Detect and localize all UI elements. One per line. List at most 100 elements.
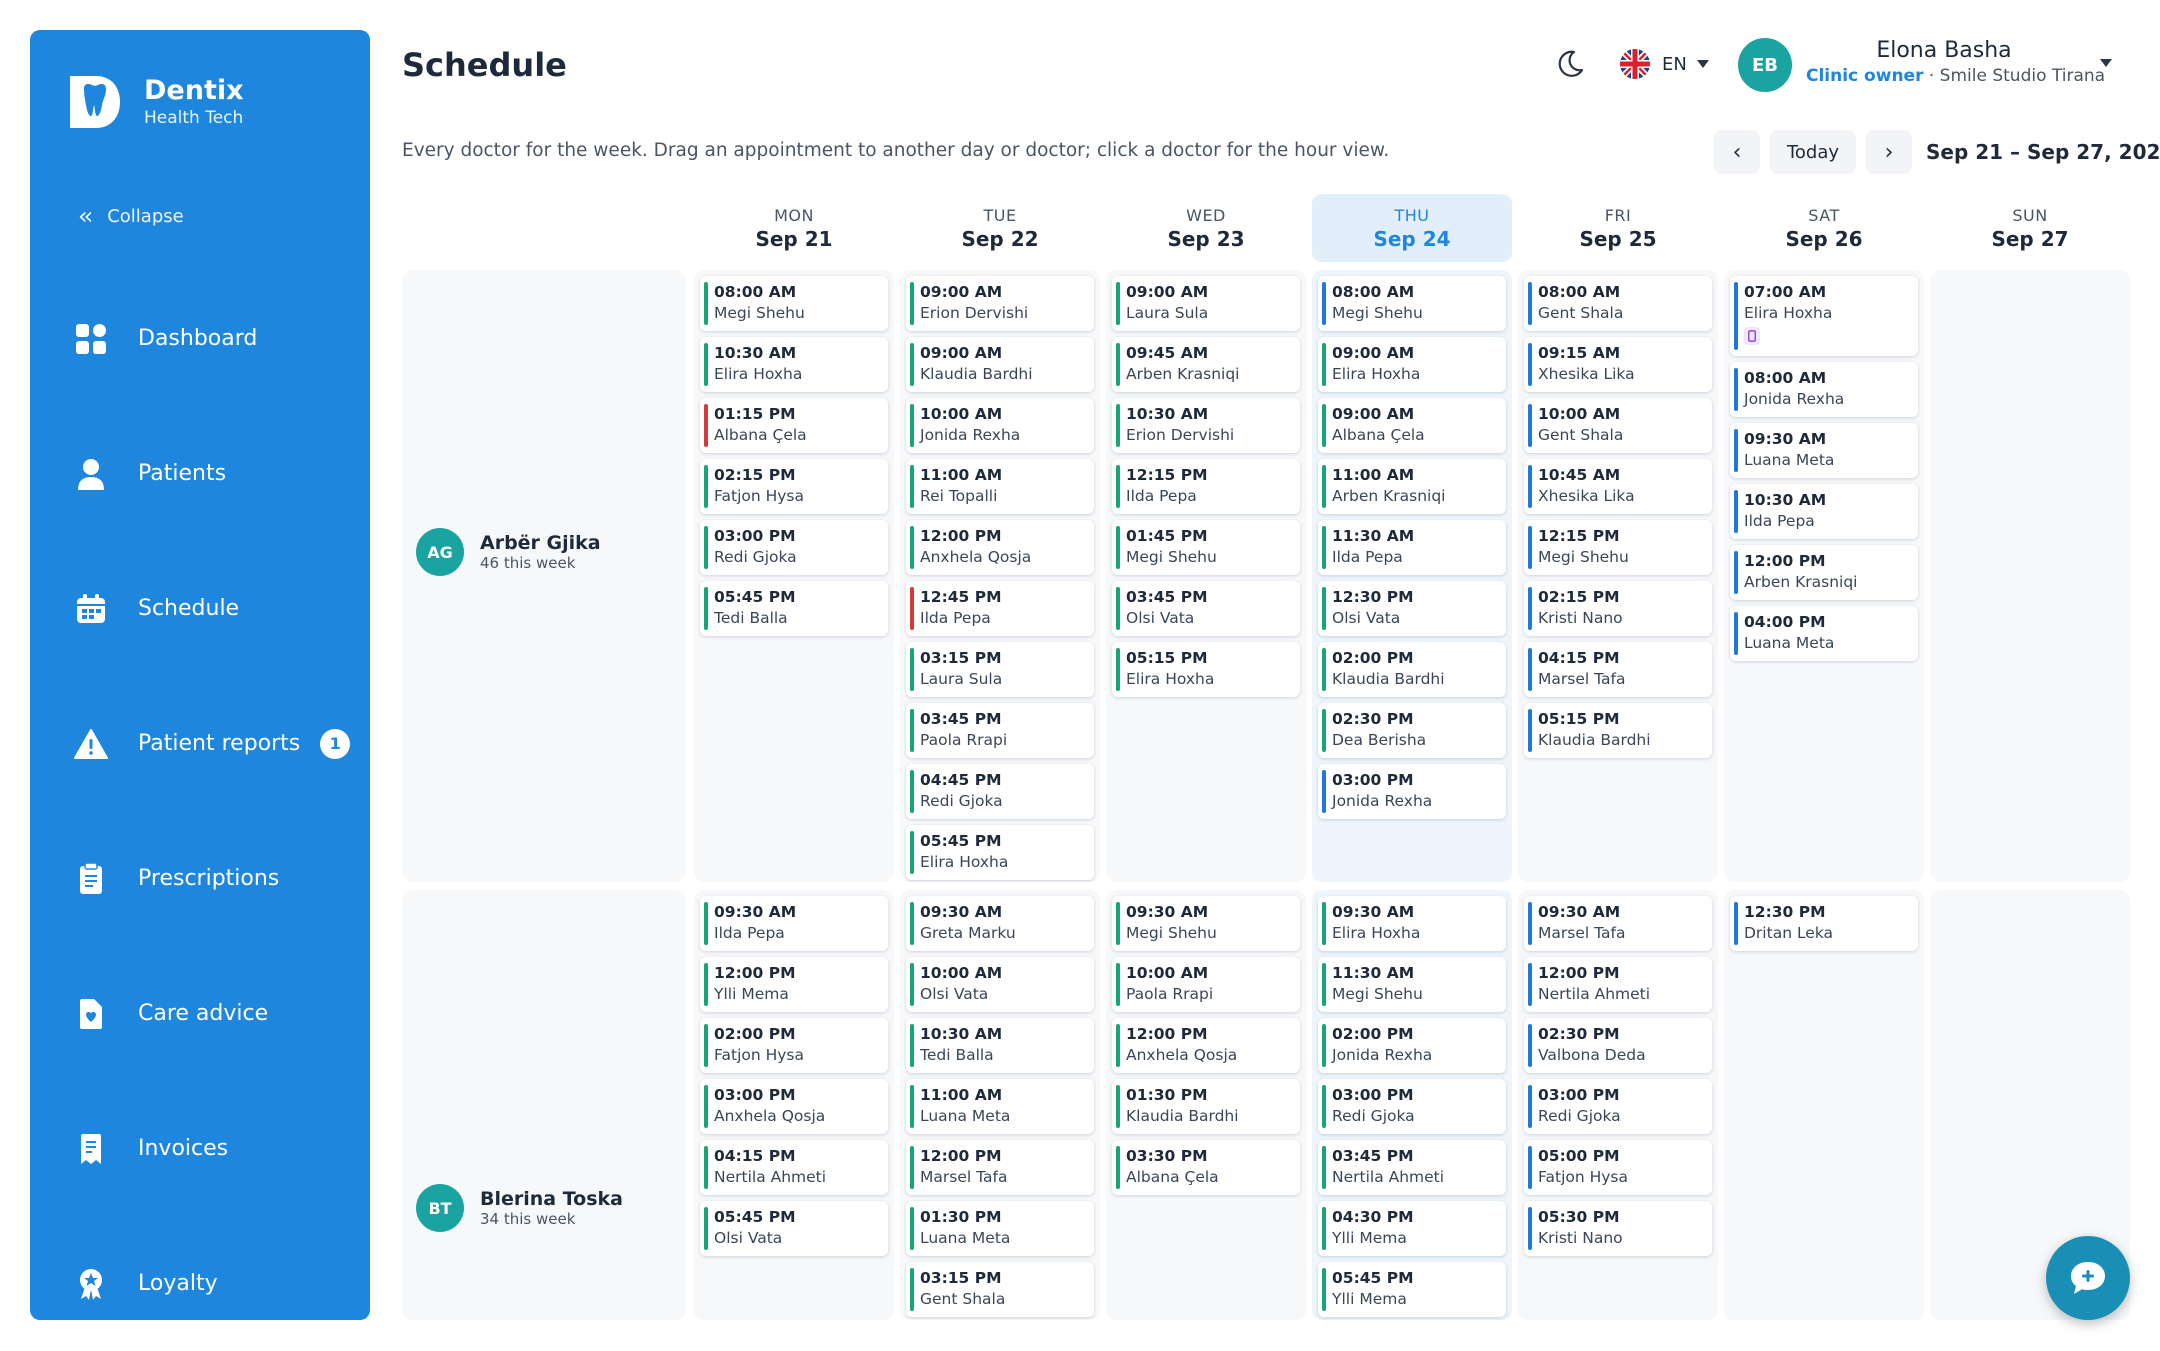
appointment-card[interactable]: 09:00 AM Klaudia Bardhi xyxy=(906,337,1094,392)
appointment-card[interactable]: 12:00 PM Arben Krasniqi xyxy=(1730,545,1918,600)
appointment-card[interactable]: 03:00 PM Anxhela Qosja xyxy=(700,1079,888,1134)
appointment-card[interactable]: 03:45 PM Olsi Vata xyxy=(1112,581,1300,636)
doctor-info[interactable]: BT Blerina Toska 34 this week xyxy=(416,1184,623,1232)
day-column-sat[interactable]: 12:30 PM Dritan Leka xyxy=(1724,890,1924,1320)
appointment-card[interactable]: 02:30 PM Dea Berisha xyxy=(1318,703,1506,758)
doctor-cell[interactable]: AG Arbër Gjika 46 this week xyxy=(402,270,686,882)
appointment-card[interactable]: 12:30 PM Olsi Vata xyxy=(1318,581,1506,636)
doctor-cell[interactable]: BT Blerina Toska 34 this week xyxy=(402,890,686,1320)
appointment-card[interactable]: 09:30 AM Elira Hoxha xyxy=(1318,896,1506,951)
appointment-card[interactable]: 02:00 PM Jonida Rexha xyxy=(1318,1018,1506,1073)
appointment-card[interactable]: 05:15 PM Klaudia Bardhi xyxy=(1524,703,1712,758)
appointment-card[interactable]: 05:30 PM Kristi Nano xyxy=(1524,1201,1712,1256)
appointment-card[interactable]: 04:00 PM Luana Meta xyxy=(1730,606,1918,661)
appointment-card[interactable]: 04:45 PM Redi Gjoka xyxy=(906,764,1094,819)
appointment-card[interactable]: 01:45 PM Megi Shehu xyxy=(1112,520,1300,575)
appointment-card[interactable]: 05:00 PM Fatjon Hysa xyxy=(1524,1140,1712,1195)
appointment-card[interactable]: 05:45 PM Elira Hoxha xyxy=(906,825,1094,880)
appointment-card[interactable]: 02:00 PM Fatjon Hysa xyxy=(700,1018,888,1073)
sidebar-item-schedule[interactable]: Schedule xyxy=(30,541,370,676)
day-column-mon[interactable]: 09:30 AM Ilda Pepa 12:00 PM Ylli Mema 02:00 … xyxy=(694,890,894,1320)
appointment-card[interactable]: 10:30 AM Ilda Pepa xyxy=(1730,484,1918,539)
appointment-card[interactable]: 03:00 PM Redi Gjoka xyxy=(700,520,888,575)
appointment-card[interactable]: 03:15 PM Laura Sula xyxy=(906,642,1094,697)
appointment-card[interactable]: 03:15 PM Gent Shala xyxy=(906,1262,1094,1317)
appointment-card[interactable]: 08:00 AM Gent Shala xyxy=(1524,276,1712,331)
appointment-card[interactable]: 12:00 PM Nertila Ahmeti xyxy=(1524,957,1712,1012)
day-column-fri[interactable]: 09:30 AM Marsel Tafa 12:00 PM Nertila Ahmet… xyxy=(1518,890,1718,1320)
appointment-card[interactable]: 12:45 PM Ilda Pepa xyxy=(906,581,1094,636)
appointment-card[interactable]: 12:00 PM Anxhela Qosja xyxy=(906,520,1094,575)
appointment-card[interactable]: 01:15 PM Albana Çela xyxy=(700,398,888,453)
appointment-card[interactable]: 09:00 AM Elira Hoxha xyxy=(1318,337,1506,392)
appointment-card[interactable]: 09:30 AM Ilda Pepa xyxy=(700,896,888,951)
language-selector[interactable]: EN xyxy=(1620,49,1709,79)
appointment-card[interactable]: 09:00 AM Laura Sula xyxy=(1112,276,1300,331)
appointment-card[interactable]: 10:30 AM Erion Dervishi xyxy=(1112,398,1300,453)
sidebar-item-patients[interactable]: Patients xyxy=(30,406,370,541)
sidebar-item-dashboard[interactable]: Dashboard xyxy=(30,271,370,406)
appointment-card[interactable]: 03:00 PM Jonida Rexha xyxy=(1318,764,1506,819)
appointment-card[interactable]: 02:30 PM Valbona Deda xyxy=(1524,1018,1712,1073)
appointment-card[interactable]: 10:00 AM Paola Rrapi xyxy=(1112,957,1300,1012)
appointment-card[interactable]: 10:30 AM Elira Hoxha xyxy=(700,337,888,392)
day-column-wed[interactable]: 09:30 AM Megi Shehu 10:00 AM Paola Rrapi 12:… xyxy=(1106,890,1306,1320)
day-column-thu[interactable]: 08:00 AM Megi Shehu 09:00 AM Elira Hoxha 09:… xyxy=(1312,270,1512,882)
sidebar-item-care-advice[interactable]: Care advice xyxy=(30,946,370,1081)
doctor-name[interactable]: Arbër Gjika xyxy=(480,532,601,554)
appointment-card[interactable]: 04:15 PM Marsel Tafa xyxy=(1524,642,1712,697)
appointment-card[interactable]: 11:30 AM Megi Shehu xyxy=(1318,957,1506,1012)
appointment-card[interactable]: 08:00 AM Jonida Rexha xyxy=(1730,362,1918,417)
appointment-card[interactable]: 10:30 AM Tedi Balla xyxy=(906,1018,1094,1073)
day-column-fri[interactable]: 08:00 AM Gent Shala 09:15 AM Xhesika Lika 10… xyxy=(1518,270,1718,882)
collapse-button[interactable]: ‹‹ Collapse xyxy=(78,202,184,230)
appointment-card[interactable]: 05:45 PM Tedi Balla xyxy=(700,581,888,636)
appointment-card[interactable]: 08:00 AM Megi Shehu xyxy=(1318,276,1506,331)
appointment-card[interactable]: 04:30 PM Ylli Mema xyxy=(1318,1201,1506,1256)
brand[interactable]: Dentix Health Tech xyxy=(66,72,244,132)
appointment-card[interactable]: 12:15 PM Ilda Pepa xyxy=(1112,459,1300,514)
appointment-card[interactable]: 11:00 AM Arben Krasniqi xyxy=(1318,459,1506,514)
appointment-card[interactable]: 05:15 PM Elira Hoxha xyxy=(1112,642,1300,697)
appointment-card[interactable]: 11:00 AM Rei Topalli xyxy=(906,459,1094,514)
user-menu-chevron-icon[interactable] xyxy=(2100,59,2112,67)
appointment-card[interactable]: 09:30 AM Megi Shehu xyxy=(1112,896,1300,951)
doctor-info[interactable]: AG Arbër Gjika 46 this week xyxy=(416,528,601,576)
sidebar-item-patient-reports[interactable]: Patient reports 1 xyxy=(30,676,370,811)
day-column-tue[interactable]: 09:00 AM Erion Dervishi 09:00 AM Klaudia Ba… xyxy=(900,270,1100,882)
appointment-card[interactable]: 02:00 PM Klaudia Bardhi xyxy=(1318,642,1506,697)
appointment-card[interactable]: 08:00 AM Megi Shehu xyxy=(700,276,888,331)
appointment-card[interactable]: 05:45 PM Olsi Vata xyxy=(700,1201,888,1256)
day-column-thu[interactable]: 09:30 AM Elira Hoxha 11:30 AM Megi Shehu 02:… xyxy=(1312,890,1512,1320)
next-week-button[interactable]: › xyxy=(1866,130,1912,174)
appointment-card[interactable]: 10:00 AM Olsi Vata xyxy=(906,957,1094,1012)
appointment-card[interactable]: 10:45 AM Xhesika Lika xyxy=(1524,459,1712,514)
day-column-mon[interactable]: 08:00 AM Megi Shehu 10:30 AM Elira Hoxha 01:… xyxy=(694,270,894,882)
appointment-card[interactable]: 09:00 AM Albana Çela xyxy=(1318,398,1506,453)
appointment-card[interactable]: 10:00 AM Gent Shala xyxy=(1524,398,1712,453)
appointment-card[interactable]: 09:30 AM Luana Meta xyxy=(1730,423,1918,478)
today-button[interactable]: Today xyxy=(1770,130,1856,174)
appointment-card[interactable]: 03:45 PM Nertila Ahmeti xyxy=(1318,1140,1506,1195)
appointment-card[interactable]: 11:30 AM Ilda Pepa xyxy=(1318,520,1506,575)
appointment-card[interactable]: 10:00 AM Jonida Rexha xyxy=(906,398,1094,453)
previous-week-button[interactable]: ‹ xyxy=(1714,130,1760,174)
appointment-card[interactable]: 09:00 AM Erion Dervishi xyxy=(906,276,1094,331)
appointment-card[interactable]: 09:30 AM Greta Marku xyxy=(906,896,1094,951)
day-column-sun[interactable] xyxy=(1930,270,2130,882)
appointment-card[interactable]: 12:00 PM Marsel Tafa xyxy=(906,1140,1094,1195)
appointment-card[interactable]: 02:15 PM Fatjon Hysa xyxy=(700,459,888,514)
appointment-card[interactable]: 12:00 PM Anxhela Qosja xyxy=(1112,1018,1300,1073)
user-avatar[interactable]: EB xyxy=(1738,38,1792,92)
appointment-card[interactable]: 07:00 AM Elira Hoxha xyxy=(1730,276,1918,356)
day-column-sat[interactable]: 07:00 AM Elira Hoxha 08:00 AM Jonida Rexha 0… xyxy=(1724,270,1924,882)
appointment-card[interactable]: 03:30 PM Albana Çela xyxy=(1112,1140,1300,1195)
appointment-card[interactable]: 09:30 AM Marsel Tafa xyxy=(1524,896,1712,951)
appointment-card[interactable]: 12:00 PM Ylli Mema xyxy=(700,957,888,1012)
appointment-card[interactable]: 01:30 PM Klaudia Bardhi xyxy=(1112,1079,1300,1134)
day-column-tue[interactable]: 09:30 AM Greta Marku 10:00 AM Olsi Vata 10:3… xyxy=(900,890,1100,1320)
appointment-card[interactable]: 12:30 PM Dritan Leka xyxy=(1730,896,1918,951)
sidebar-item-prescriptions[interactable]: Prescriptions xyxy=(30,811,370,946)
appointment-card[interactable]: 11:00 AM Luana Meta xyxy=(906,1079,1094,1134)
appointment-card[interactable]: 09:45 AM Arben Krasniqi xyxy=(1112,337,1300,392)
